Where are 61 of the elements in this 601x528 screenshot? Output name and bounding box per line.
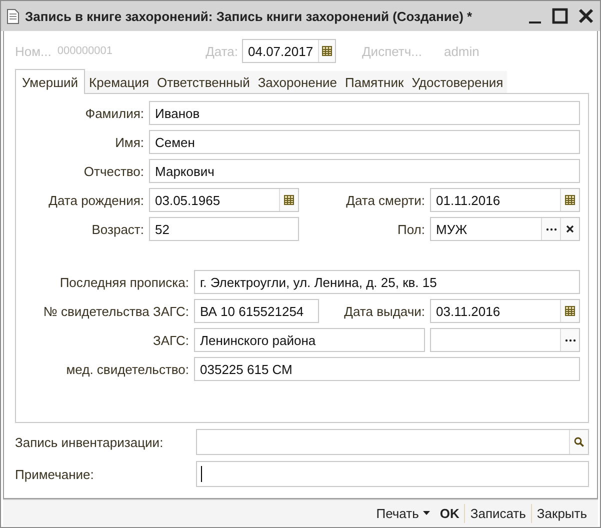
- tab[interactable]: Памятник: [341, 71, 408, 93]
- field-label: Дата рождения:: [48, 192, 144, 208]
- tab[interactable]: Ответственный: [152, 71, 254, 93]
- more-icon: [546, 228, 556, 230]
- date-field[interactable]: 03.05.1965: [149, 188, 299, 212]
- tab[interactable]: Захоронение: [254, 71, 342, 93]
- text-field[interactable]: ВА 10 615521254: [194, 299, 319, 323]
- calendar-icon[interactable]: [322, 46, 332, 56]
- field-label: ЗАГС:: [152, 332, 189, 348]
- calendar-icon[interactable]: [284, 195, 294, 205]
- field-label: Дата:: [206, 44, 238, 58]
- field-label: Примечание:: [15, 466, 95, 482]
- date-field[interactable]: 04.07.2017: [242, 39, 336, 63]
- text-field[interactable]: 52: [149, 217, 299, 241]
- select-field[interactable]: [430, 328, 580, 352]
- search-field[interactable]: [196, 429, 589, 455]
- select-field[interactable]: МУЖ: [430, 217, 580, 241]
- field-label: мед. свидетельство:: [65, 362, 189, 376]
- close-icon: [566, 225, 574, 233]
- field-label: Возраст:: [90, 222, 144, 236]
- text-field[interactable]: Маркович: [149, 159, 580, 183]
- tab[interactable]: Умерший: [15, 69, 86, 94]
- field-label: № свидетельства ЗАГС:: [42, 304, 189, 318]
- field-label: Последняя прописка:: [58, 274, 189, 290]
- calendar-icon[interactable]: [565, 195, 575, 205]
- footer-button[interactable]: Закрыть: [530, 504, 592, 522]
- field-label: Ном...: [15, 44, 52, 58]
- select-button[interactable]: [560, 329, 579, 351]
- clear-button[interactable]: [560, 218, 579, 240]
- field-label: Дата смерти:: [345, 192, 425, 208]
- tab[interactable]: Удостоверения: [408, 71, 508, 93]
- maximize-icon[interactable]: [552, 8, 568, 24]
- caret-icon: [422, 511, 430, 515]
- calendar-icon[interactable]: [565, 306, 575, 316]
- field-label: Диспетч...: [362, 44, 422, 58]
- field-label: Отчество:: [82, 164, 144, 178]
- text-field[interactable]: [196, 461, 589, 487]
- text-field[interactable]: Семен: [149, 130, 580, 154]
- tab[interactable]: Кремация: [85, 71, 153, 93]
- field-label: Пол:: [396, 222, 425, 236]
- field-label: Запись инвентаризации:: [15, 434, 164, 450]
- field-label: Имя:: [114, 134, 144, 150]
- more-icon: [564, 338, 576, 342]
- text-field[interactable]: Иванов: [149, 101, 580, 125]
- close-icon[interactable]: [578, 8, 594, 24]
- field-value: admin: [444, 44, 480, 58]
- document-icon: [7, 8, 19, 24]
- search-icon: [574, 437, 584, 447]
- text-field[interactable]: г. Электроугли, ул. Ленина, д. 25, кв. 15: [194, 270, 580, 294]
- footer-button[interactable]: Записать: [464, 504, 531, 522]
- ok-button[interactable]: OK: [434, 504, 464, 522]
- field-label: Фамилия:: [84, 106, 144, 120]
- field-label: Дата выдачи:: [343, 304, 425, 318]
- window-title: Запись в книге захоронений: Запись книги захоронений (Создание) *: [25, 8, 474, 24]
- date-field[interactable]: 03.11.2016: [430, 299, 580, 323]
- text-field[interactable]: 035225 615 СМ: [194, 357, 580, 381]
- print-button[interactable]: Печать: [371, 504, 435, 522]
- text-field[interactable]: Ленинского района: [194, 328, 425, 352]
- select-button[interactable]: [541, 218, 560, 240]
- field-value: 000000001: [57, 45, 112, 57]
- date-field[interactable]: 01.11.2016: [430, 188, 580, 212]
